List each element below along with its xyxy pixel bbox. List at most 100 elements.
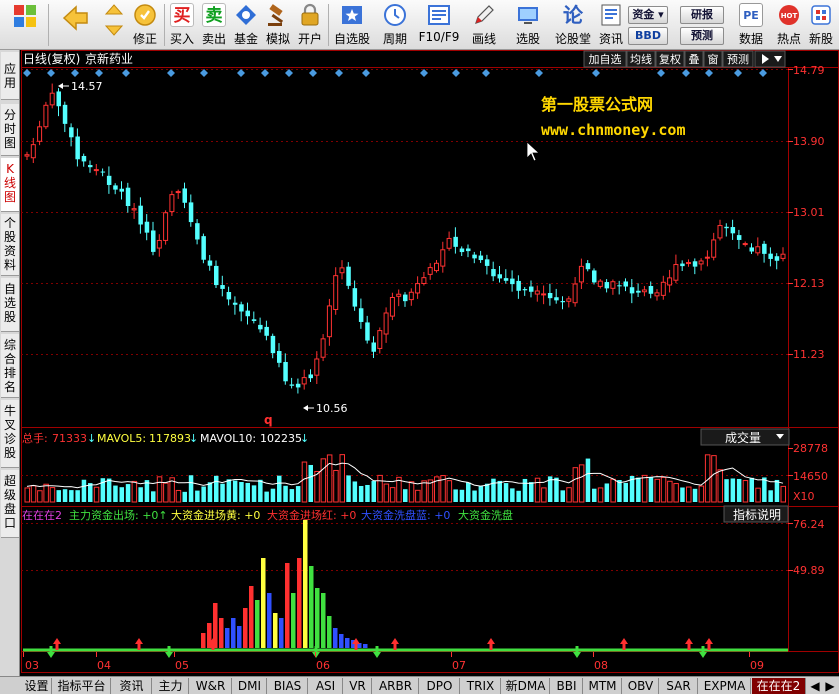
candle-down <box>88 165 93 168</box>
volume-bar <box>446 480 453 503</box>
bottom-scroll-right-button[interactable]: ▶ <box>823 678 837 694</box>
bottom-tab-wr[interactable]: W&R <box>190 678 232 694</box>
indicator-histogram <box>201 520 368 648</box>
period-button[interactable]: 周期 <box>376 3 414 47</box>
back-button[interactable] <box>58 3 92 47</box>
updown-button[interactable] <box>100 3 128 47</box>
indicator-washout: 大资金洗盘 <box>458 508 513 522</box>
forecast-chart-button[interactable]: 预测 <box>722 50 754 68</box>
open-account-label: 开户 <box>297 32 322 46</box>
event-marker-diamond-icon <box>420 69 428 77</box>
indicator-bar <box>237 626 242 648</box>
news-button[interactable]: 资讯 <box>596 3 626 47</box>
sell-button[interactable]: 卖 卖出 <box>200 3 228 47</box>
low-price-label: 10.56 <box>316 402 348 415</box>
adjust-button[interactable]: 复权 <box>655 50 685 68</box>
new-stock-button[interactable]: 新股 <box>806 3 836 47</box>
side-tab-diagnosis[interactable]: 牛叉诊股 <box>1 400 19 468</box>
moving-average-button[interactable]: 均线 <box>626 50 656 68</box>
side-tab-order-book[interactable]: 超级盘口 <box>1 470 19 538</box>
forecast-toolbar-button[interactable]: 预测 <box>680 27 724 45</box>
hot-button[interactable]: HOT 热点 <box>774 3 804 47</box>
candle-up <box>24 154 30 157</box>
indicator-help-button[interactable]: 指标说明 <box>723 505 789 523</box>
buy-button[interactable]: 买 买入 <box>168 3 196 47</box>
candle-down <box>724 226 729 229</box>
news-icon <box>599 3 623 27</box>
chart-menu-button[interactable] <box>754 50 786 68</box>
candle-up <box>434 262 439 272</box>
open-account-button[interactable]: 开户 <box>296 3 324 47</box>
event-marker-diamond-icon <box>759 69 767 77</box>
candle-up <box>742 243 748 246</box>
revise-button[interactable]: 修正 <box>130 3 160 47</box>
event-marker-diamond-icon <box>261 69 269 77</box>
side-tab-kline[interactable]: K线图 <box>1 158 19 212</box>
bottom-tab-main-force[interactable]: 主力 <box>153 678 189 694</box>
indicator-bar <box>231 618 236 648</box>
bottom-tab-trix[interactable]: TRIX <box>461 678 501 694</box>
price-tick: 14.79 <box>793 64 825 77</box>
bottom-scroll-left-button[interactable]: ◀ <box>808 678 822 694</box>
bottom-tab-arbr[interactable]: ARBR <box>373 678 419 694</box>
volume-bar <box>623 482 628 502</box>
bottom-tab-sar[interactable]: SAR <box>660 678 698 694</box>
candle-down <box>459 248 465 253</box>
side-tab-profile[interactable]: 个股资料 <box>1 214 19 276</box>
volume-indicator-selector[interactable]: 成交量 <box>700 428 790 446</box>
candle-down <box>232 302 238 305</box>
indicator-bar <box>315 588 320 648</box>
event-marker-diamond-icon <box>71 69 79 77</box>
fund-flow-button[interactable]: 资金 ▾ <box>628 6 668 24</box>
volume-bar <box>151 491 156 502</box>
draw-line-button[interactable]: 画线 <box>466 3 502 47</box>
bottom-tab-dpo[interactable]: DPO <box>420 678 460 694</box>
bbd-button[interactable]: BBD <box>628 27 668 45</box>
window-button[interactable]: 窗 <box>703 50 723 68</box>
kline-chart-area[interactable]: 日线(复权) 京新药业 加自选 均线 复权 叠 窗 预测 14.57 10.56… <box>21 50 839 676</box>
bottom-tab-indicator-platform[interactable]: 指标平台 <box>53 678 111 694</box>
candle-down <box>201 236 206 260</box>
candle-down <box>81 155 87 162</box>
bottom-tab-expma[interactable]: EXPMA <box>699 678 751 694</box>
forum-button[interactable]: 论 论股堂 <box>552 3 594 47</box>
bottom-tab-bbi[interactable]: BBI <box>551 678 583 694</box>
simulate-button[interactable]: 模拟 <box>264 3 292 47</box>
overlay-button[interactable]: 叠 <box>684 50 704 68</box>
up-arrow-icon <box>685 638 693 650</box>
volume-bar <box>478 486 484 502</box>
bottom-tab-vr[interactable]: VR <box>344 678 372 694</box>
candle-down <box>289 384 295 386</box>
fund-button[interactable]: 基金 <box>232 3 260 47</box>
add-watchlist-button[interactable]: 加自选 <box>583 50 627 68</box>
data-button[interactable]: PE 数据 <box>732 3 770 47</box>
volume-bar <box>75 490 80 502</box>
candle-down <box>491 269 496 277</box>
f10-button[interactable]: F10/F9 <box>418 3 460 47</box>
bottom-tab-obv[interactable]: OBV <box>623 678 659 694</box>
bottom-tab-new-dma[interactable]: 新DMA <box>502 678 550 694</box>
bottom-tab-mtm[interactable]: MTM <box>584 678 622 694</box>
side-tab-apps[interactable]: 应用 <box>1 52 19 100</box>
side-tab-watchlist[interactable]: 自选股 <box>1 278 19 332</box>
bottom-tab-dmi[interactable]: DMI <box>233 678 267 694</box>
candle-up <box>704 256 710 259</box>
bottom-tab-news[interactable]: 资讯 <box>112 678 152 694</box>
candle-up <box>446 237 452 249</box>
side-tab-ranking[interactable]: 综合排名 <box>1 334 19 398</box>
down-arrow-icon <box>47 646 55 658</box>
bottom-tab-asi[interactable]: ASI <box>309 678 343 694</box>
bottom-tab-zzz2[interactable]: 在在在2 <box>752 678 806 694</box>
volume-bar <box>566 487 572 503</box>
candle-up <box>667 277 673 286</box>
app-logo-button[interactable] <box>8 3 42 47</box>
volume-bar <box>421 480 427 503</box>
bottom-tab-settings[interactable]: 设置 <box>22 678 52 694</box>
date-tick: 08 <box>594 659 608 672</box>
stock-screen-button[interactable]: 选股 <box>508 3 548 47</box>
volume-bar <box>314 470 320 503</box>
research-report-button[interactable]: 研报 <box>680 6 724 24</box>
watchlist-button[interactable]: 自选股 <box>332 3 372 47</box>
bottom-tab-bias[interactable]: BIAS <box>268 678 308 694</box>
side-tab-intraday[interactable]: 分时图 <box>1 104 19 156</box>
